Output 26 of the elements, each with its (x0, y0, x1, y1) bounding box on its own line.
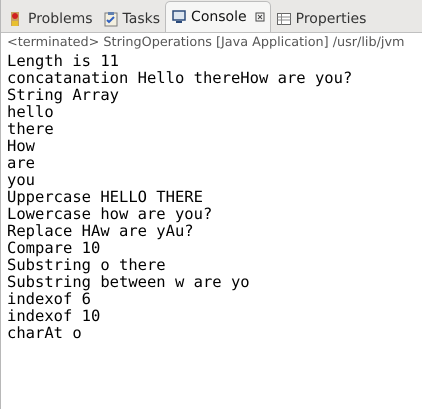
console-output-line: you (7, 172, 36, 189)
console-output-line: are (7, 155, 36, 172)
monitor-icon (171, 9, 188, 25)
console-output-line: Substring o there (7, 257, 167, 274)
console-output-line: concatanation Hello thereHow are you? (7, 70, 354, 87)
console-output-line: Replace HAw are yAu? (7, 223, 194, 240)
console-output-line: charAt o (7, 325, 83, 342)
console-output-line: Lowercase how are you? (7, 206, 214, 223)
process-status-text: <terminated> StringOperations [Java Application] /usr/lib/jvm (7, 34, 406, 51)
console-output-line: Uppercase HELLO THERE (7, 189, 204, 206)
clipboard-icon (102, 10, 119, 26)
console-output-line: Substring between w are yo (7, 274, 251, 291)
console-output-line: indexof 10 (7, 308, 102, 325)
console-output-line: String Array (7, 87, 120, 104)
view-tab[interactable]: Tasks (98, 5, 166, 32)
console-output-line: Compare 10 (7, 240, 102, 257)
console-output-line: there (7, 121, 55, 138)
view-tab[interactable]: Console (165, 1, 271, 32)
console-output-line: Length is 11 (7, 53, 120, 70)
console-output-line: hello (7, 104, 54, 121)
console-output-line: How (7, 138, 36, 155)
console-output-line: indexof 6 (7, 291, 92, 308)
table-icon (276, 10, 292, 26)
close-icon[interactable] (254, 12, 265, 22)
view-tab[interactable]: Properties (270, 5, 372, 32)
view-tab[interactable]: Problems (3, 5, 98, 32)
